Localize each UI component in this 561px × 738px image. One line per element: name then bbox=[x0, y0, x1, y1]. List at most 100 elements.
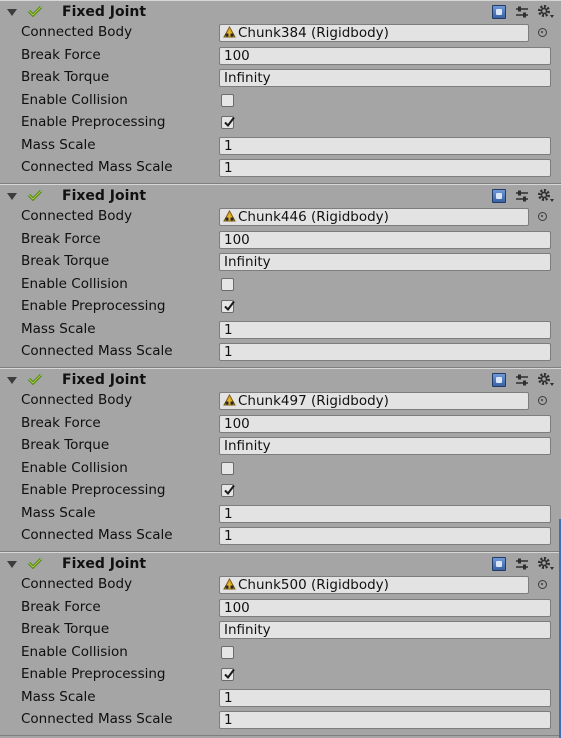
mass-scale-field[interactable]: 1 bbox=[219, 688, 551, 707]
object-picker-icon[interactable] bbox=[538, 212, 547, 221]
enable-preprocessing-label: Enable Preprocessing bbox=[21, 298, 166, 314]
break-force-field[interactable]: 100 bbox=[219, 230, 551, 249]
component-title: Fixed Joint bbox=[62, 188, 147, 204]
connected-body-label: Connected Body bbox=[21, 24, 133, 40]
connected-mass-scale-row: Connected Mass Scale 1 bbox=[0, 526, 561, 549]
rigidbody-icon bbox=[223, 26, 236, 38]
foldout-arrow-icon[interactable] bbox=[7, 377, 17, 384]
component-header[interactable]: Fixed Joint bbox=[0, 553, 561, 575]
rigidbody-icon bbox=[223, 210, 236, 222]
mass-scale-field[interactable]: 1 bbox=[219, 136, 551, 155]
connected-body-value: Chunk384 (Rigidbody) bbox=[238, 25, 389, 41]
mass-scale-label: Mass Scale bbox=[21, 320, 96, 337]
enable-preprocessing-row: Enable Preprocessing bbox=[0, 113, 561, 136]
break-torque-row: Break Torque Infinity bbox=[0, 252, 561, 275]
connected-body-row: Connected Body Chunk500 (Rigidbody) bbox=[0, 575, 561, 598]
fixed-joint-icon[interactable] bbox=[28, 373, 42, 385]
enable-collision-checkbox[interactable] bbox=[221, 93, 234, 107]
enable-preprocessing-checkbox[interactable] bbox=[221, 300, 235, 313]
enable-preprocessing-row: Enable Preprocessing bbox=[0, 297, 561, 320]
gear-icon[interactable] bbox=[537, 4, 555, 20]
break-force-field[interactable]: 100 bbox=[219, 46, 551, 65]
foldout-arrow-icon[interactable] bbox=[7, 9, 17, 16]
component-header[interactable]: Fixed Joint bbox=[0, 369, 561, 391]
fixed-joint-icon[interactable] bbox=[28, 189, 42, 201]
preset-sliders-icon[interactable] bbox=[515, 6, 529, 19]
enable-preprocessing-checkbox[interactable] bbox=[221, 116, 235, 129]
connected-mass-scale-label: Connected Mass Scale bbox=[21, 159, 173, 175]
break-torque-label: Break Torque bbox=[21, 621, 110, 637]
break-torque-field[interactable]: Infinity bbox=[219, 253, 551, 271]
enable-collision-checkbox[interactable] bbox=[221, 277, 234, 291]
break-force-row: Break Force 100 bbox=[0, 414, 561, 437]
connected-mass-scale-field[interactable]: 1 bbox=[219, 343, 551, 361]
connected-body-field[interactable]: Chunk384 (Rigidbody) bbox=[219, 24, 529, 42]
help-book-icon[interactable] bbox=[492, 189, 506, 203]
fixed-joint-icon[interactable] bbox=[28, 557, 42, 569]
break-force-field[interactable]: 100 bbox=[219, 598, 551, 617]
rigidbody-icon bbox=[223, 394, 236, 406]
enable-preprocessing-row: Enable Preprocessing bbox=[0, 481, 561, 504]
break-force-field[interactable]: 100 bbox=[219, 414, 551, 433]
connected-body-row: Connected Body Chunk446 (Rigidbody) bbox=[0, 207, 561, 230]
foldout-arrow-icon[interactable] bbox=[7, 561, 17, 568]
mass-scale-field[interactable]: 1 bbox=[219, 504, 551, 523]
checkmark-icon bbox=[224, 116, 235, 128]
enable-collision-label: Enable Collision bbox=[21, 275, 128, 292]
component-header[interactable]: Fixed Joint bbox=[0, 185, 561, 207]
connected-mass-scale-label: Connected Mass Scale bbox=[21, 527, 173, 543]
connected-mass-scale-field[interactable]: 1 bbox=[219, 159, 551, 177]
object-picker-icon[interactable] bbox=[538, 28, 547, 37]
component-title: Fixed Joint bbox=[62, 4, 147, 20]
component-header[interactable]: Fixed Joint bbox=[0, 1, 561, 23]
connected-body-value: Chunk446 (Rigidbody) bbox=[238, 209, 389, 225]
mass-scale-row: Mass Scale 1 bbox=[0, 688, 561, 711]
connected-mass-scale-row: Connected Mass Scale 1 bbox=[0, 710, 561, 733]
checkmark-icon bbox=[224, 668, 235, 680]
object-picker-icon[interactable] bbox=[538, 396, 547, 405]
break-force-row: Break Force 100 bbox=[0, 46, 561, 69]
break-torque-label: Break Torque bbox=[21, 437, 110, 453]
enable-preprocessing-label: Enable Preprocessing bbox=[21, 114, 166, 130]
mass-scale-field[interactable]: 1 bbox=[219, 320, 551, 339]
rigidbody-icon bbox=[223, 578, 236, 590]
mass-scale-label: Mass Scale bbox=[21, 688, 96, 705]
preset-sliders-icon[interactable] bbox=[515, 558, 529, 571]
connected-body-field[interactable]: Chunk497 (Rigidbody) bbox=[219, 392, 529, 410]
gear-icon[interactable] bbox=[537, 372, 555, 388]
connected-body-field[interactable]: Chunk500 (Rigidbody) bbox=[219, 576, 529, 594]
enable-collision-checkbox[interactable] bbox=[221, 461, 234, 475]
connected-mass-scale-row: Connected Mass Scale 1 bbox=[0, 342, 561, 365]
enable-collision-label: Enable Collision bbox=[21, 91, 128, 108]
connected-body-label: Connected Body bbox=[21, 392, 133, 408]
foldout-arrow-icon[interactable] bbox=[7, 193, 17, 200]
enable-preprocessing-checkbox[interactable] bbox=[221, 484, 235, 497]
break-torque-field[interactable]: Infinity bbox=[219, 69, 551, 87]
connected-body-field[interactable]: Chunk446 (Rigidbody) bbox=[219, 208, 529, 226]
help-book-icon[interactable] bbox=[492, 5, 506, 19]
fixed-joint-component: Fixed Joint Connected Body Chunk500 (Rig… bbox=[0, 552, 561, 736]
break-force-row: Break Force 100 bbox=[0, 598, 561, 621]
connected-mass-scale-field[interactable]: 1 bbox=[219, 711, 551, 729]
object-picker-icon[interactable] bbox=[538, 580, 547, 589]
connected-body-row: Connected Body Chunk497 (Rigidbody) bbox=[0, 391, 561, 414]
connected-mass-scale-label: Connected Mass Scale bbox=[21, 711, 173, 727]
fixed-joint-component: Fixed Joint Connected Body Chunk497 (Rig… bbox=[0, 368, 561, 552]
gear-icon[interactable] bbox=[537, 188, 555, 204]
enable-collision-row: Enable Collision bbox=[0, 91, 561, 114]
enable-preprocessing-checkbox[interactable] bbox=[221, 668, 235, 681]
help-book-icon[interactable] bbox=[492, 557, 506, 571]
connected-body-label: Connected Body bbox=[21, 576, 133, 592]
enable-collision-row: Enable Collision bbox=[0, 459, 561, 482]
break-torque-field[interactable]: Infinity bbox=[219, 621, 551, 639]
connected-mass-scale-field[interactable]: 1 bbox=[219, 527, 551, 545]
gear-icon[interactable] bbox=[537, 556, 555, 572]
mass-scale-label: Mass Scale bbox=[21, 504, 96, 521]
help-book-icon[interactable] bbox=[492, 373, 506, 387]
preset-sliders-icon[interactable] bbox=[515, 374, 529, 387]
enable-preprocessing-label: Enable Preprocessing bbox=[21, 666, 166, 682]
break-torque-field[interactable]: Infinity bbox=[219, 437, 551, 455]
fixed-joint-icon[interactable] bbox=[28, 5, 42, 17]
enable-collision-checkbox[interactable] bbox=[221, 645, 234, 659]
preset-sliders-icon[interactable] bbox=[515, 190, 529, 203]
